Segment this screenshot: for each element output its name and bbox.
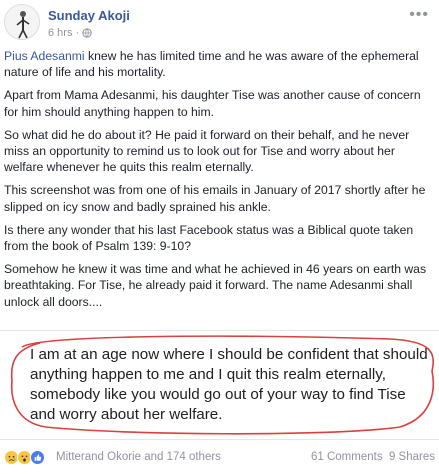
- comments-count[interactable]: 61 Comments: [311, 451, 383, 463]
- post-paragraph-5: Is there any wonder that his last Facebo…: [4, 222, 414, 254]
- post-paragraph-1: Pius Adesanmi knew he has limited time a…: [4, 48, 434, 80]
- post-body: Pius Adesanmi knew he has limited time a…: [4, 48, 434, 317]
- post-footer: Mitterand Okorie and 174 others 61 Comme…: [4, 448, 435, 468]
- reaction-icons[interactable]: [4, 450, 45, 465]
- author-name[interactable]: Sunday Akoji: [48, 8, 130, 23]
- globe-icon[interactable]: [82, 28, 92, 38]
- engagement-counts: 61 Comments 9 Shares: [311, 451, 435, 463]
- post-header: Sunday Akoji 6 hrs · •••: [4, 4, 435, 40]
- quote-text: I am at an age now where I should be con…: [30, 346, 428, 423]
- more-options-icon[interactable]: •••: [409, 6, 429, 24]
- post-paragraph-2: Apart from Mama Adesanmi, his daughter T…: [4, 88, 421, 119]
- post-time[interactable]: 6 hrs: [48, 27, 72, 39]
- mention-link[interactable]: Pius Adesanmi: [4, 49, 85, 63]
- post-image[interactable]: I am at an age now where I should be con…: [0, 330, 439, 440]
- reactions-summary[interactable]: Mitterand Okorie and 174 others: [56, 451, 221, 463]
- like-reaction-icon: [30, 450, 45, 465]
- meta-separator: ·: [75, 27, 80, 39]
- post-paragraph-6: Somehow he knew it was time and what he …: [4, 262, 427, 309]
- post-paragraph-3: So what did he do about it? He paid it f…: [4, 127, 410, 175]
- shares-count[interactable]: 9 Shares: [389, 451, 435, 463]
- post-paragraph-4: This screenshot was from one of his emai…: [4, 183, 426, 214]
- avatar[interactable]: [4, 4, 40, 40]
- post-meta: 6 hrs ·: [48, 27, 92, 39]
